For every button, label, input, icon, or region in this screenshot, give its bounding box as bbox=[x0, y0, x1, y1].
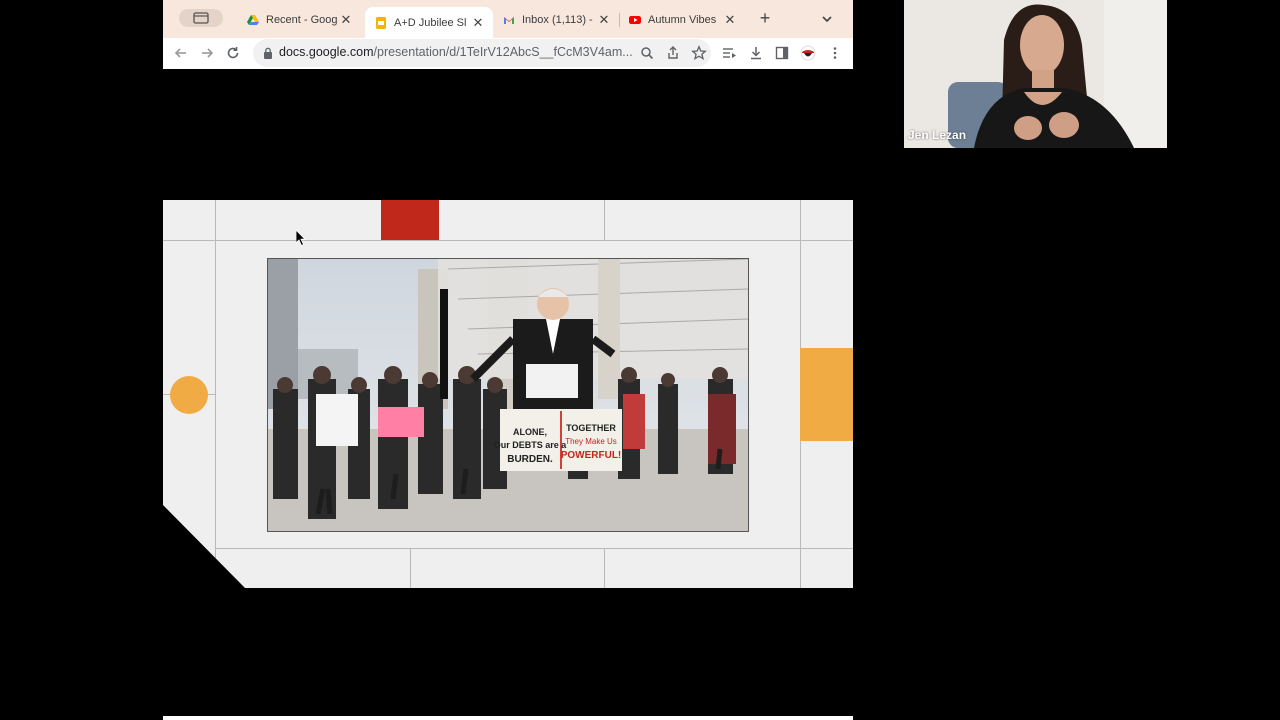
forward-arrow-icon[interactable] bbox=[198, 44, 216, 62]
chevron-down-icon[interactable] bbox=[819, 12, 835, 26]
download-icon[interactable] bbox=[748, 45, 764, 61]
tab-gmail-inbox[interactable]: Inbox (1,113) - ✕ bbox=[493, 6, 619, 34]
back-arrow-icon[interactable] bbox=[172, 44, 190, 62]
tab-title: Inbox (1,113) - bbox=[522, 14, 593, 26]
protest-march-photo: ALONE, Our DEBTS are a BURDEN. TOGETHER … bbox=[267, 258, 749, 532]
window-bottom-edge bbox=[163, 716, 853, 720]
share-icon[interactable] bbox=[665, 45, 681, 61]
tab-title: Autumn Vibes bbox=[648, 14, 717, 26]
reload-icon[interactable] bbox=[224, 44, 242, 62]
participant-name-label: Jen Lezan bbox=[908, 128, 967, 142]
browser-toolbar: docs.google.com/presentation/d/1TeIrV12A… bbox=[163, 38, 853, 69]
mouse-cursor-icon bbox=[296, 230, 306, 246]
svg-text:They Make Us: They Make Us bbox=[565, 437, 617, 446]
participant-video-feed bbox=[904, 0, 1167, 148]
participant-video-tile[interactable]: Jen Lezan bbox=[904, 0, 1167, 148]
zoom-magnifier-icon[interactable] bbox=[639, 45, 655, 61]
svg-text:BURDEN.: BURDEN. bbox=[507, 454, 553, 465]
tab-search-button[interactable] bbox=[179, 9, 223, 27]
close-icon[interactable]: ✕ bbox=[597, 12, 611, 28]
svg-text:TOGETHER: TOGETHER bbox=[566, 423, 616, 433]
tab-title: Recent - Goog bbox=[266, 14, 338, 26]
close-icon[interactable]: ✕ bbox=[471, 15, 485, 31]
youtube-icon bbox=[629, 16, 641, 24]
tab-recent-drive[interactable]: Recent - Goog ✕ bbox=[237, 6, 361, 34]
url-path: /presentation/d/1TeIrV12AbcS__fCcM3V4am.… bbox=[373, 45, 633, 59]
google-drive-icon bbox=[247, 15, 259, 25]
bookmark-star-icon[interactable] bbox=[691, 45, 707, 61]
lock-icon[interactable] bbox=[263, 47, 273, 59]
profile-avatar-icon[interactable] bbox=[800, 45, 816, 61]
tab-title: A+D Jubilee Sl bbox=[394, 16, 467, 29]
address-bar[interactable]: docs.google.com/presentation/d/1TeIrV12A… bbox=[253, 39, 711, 67]
tab-youtube-autumn-vibes[interactable]: Autumn Vibes ✕ bbox=[619, 6, 745, 34]
tab-strip: Recent - Goog ✕ A+D Jubilee Sl ✕ Inbox (… bbox=[163, 0, 853, 38]
url-text[interactable]: docs.google.com/presentation/d/1TeIrV12A… bbox=[279, 45, 633, 59]
google-slides-icon bbox=[376, 16, 386, 29]
window-icon bbox=[193, 12, 209, 24]
close-icon[interactable]: ✕ bbox=[339, 12, 353, 28]
presentation-slide: ALONE, Our DEBTS are a BURDEN. TOGETHER … bbox=[163, 200, 853, 588]
reading-list-icon[interactable] bbox=[721, 45, 737, 61]
new-tab-plus-icon[interactable]: + bbox=[755, 8, 775, 29]
side-panel-icon[interactable] bbox=[774, 45, 790, 61]
close-icon[interactable]: ✕ bbox=[723, 12, 737, 28]
url-host: docs.google.com bbox=[279, 45, 374, 59]
gmail-icon bbox=[504, 17, 514, 24]
browser-window: Recent - Goog ✕ A+D Jubilee Sl ✕ Inbox (… bbox=[163, 0, 853, 720]
more-vertical-icon[interactable] bbox=[827, 45, 843, 61]
svg-text:ALONE,: ALONE, bbox=[513, 427, 547, 437]
svg-text:POWERFUL!: POWERFUL! bbox=[561, 450, 622, 461]
svg-text:Our DEBTS are a: Our DEBTS are a bbox=[494, 440, 568, 450]
tab-jubilee-slides[interactable]: A+D Jubilee Sl ✕ bbox=[365, 7, 493, 38]
